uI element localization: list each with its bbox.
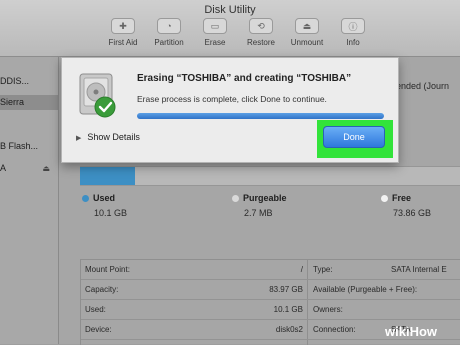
restore-label: Restore [246,38,275,47]
legend-purgeable-value: 2.7 MB [244,208,273,218]
toolbar: ✚ First Aid ◔ Partition ▭ Erase ⟲ Restor… [100,18,376,47]
info-key: Connection: [313,325,356,334]
free-dot-icon [381,195,388,202]
legend-used-value: 10.1 GB [94,208,128,218]
usage-bar [80,166,460,186]
info-label: Info [346,38,360,47]
sidebar-item-label: A [0,163,7,173]
window-titlebar: Disk Utility ✚ First Aid ◔ Partition ▭ E… [0,0,460,57]
unmount-label: Unmount [290,38,324,47]
info-key: Available (Purgeable + Free): [313,285,418,294]
info-row: Capacity: 83.97 GB Available (Purgeable … [81,280,460,300]
partition-label: Partition [154,38,184,47]
unmount-icon: ⏏ [295,18,319,34]
restore-icon: ⟲ [249,18,273,34]
sidebar-item-label: DDIS... [0,76,30,86]
hard-disk-icon [79,73,116,118]
sheet-message: Erase process is complete, click Done to… [137,94,327,104]
info-key: Capacity: [85,285,119,294]
sidebar-item-ddis[interactable]: DDIS... [0,74,58,89]
sidebar: DDIS... Sierra B Flash... A ⏏ [0,57,59,344]
info-value: / [300,265,303,274]
info-value: disk0s2 [275,325,303,334]
usage-bar-used [80,167,136,185]
legend-free-value: 73.86 GB [393,208,432,218]
info-key: Owners: [313,305,343,314]
watermark: wikiHow [385,324,438,339]
show-details-label: Show Details [87,132,140,142]
info-row: Mount Point: / Type: SATA Internal E [81,260,460,280]
erase-progress-bar [137,113,384,119]
info-key: Mount Point: [85,265,130,274]
restore-button[interactable]: ⟲ Restore [238,18,284,47]
info-value: 10.1 GB [273,305,303,314]
eject-icon[interactable]: ⏏ [42,161,50,176]
legend-free: Free 73.86 GB [381,193,431,218]
first-aid-button[interactable]: ✚ First Aid [100,18,146,47]
sidebar-item-sierra[interactable]: Sierra [0,95,58,110]
info-key: Type: [313,265,333,274]
partition-icon: ◔ [157,18,181,34]
first-aid-label: First Aid [108,38,138,47]
legend-free-label: Free [392,193,412,203]
legend-used-label: Used [93,193,116,203]
window-title: Disk Utility [204,4,256,16]
done-button[interactable]: Done [323,126,385,148]
info-row: Used: 10.1 GB Owners: [81,300,460,320]
partition-button[interactable]: ◔ Partition [146,18,192,47]
volume-format-text: ended (Journ [396,81,450,91]
legend-purgeable-label: Purgeable [243,193,287,203]
info-key: Used: [85,305,106,314]
legend-used: Used 10.1 GB [82,193,127,218]
sidebar-item-flash[interactable]: B Flash... [0,139,58,154]
erase-button[interactable]: ▭ Erase [192,18,238,47]
stethoscope-icon: ✚ [111,18,135,34]
sidebar-item-a[interactable]: A ⏏ [0,161,58,176]
erase-progress-fill [137,113,384,119]
legend-purgeable: Purgeable 2.7 MB [232,193,287,218]
info-key: Device: [85,325,112,334]
show-details-toggle[interactable]: ▶ Show Details [76,132,140,142]
sidebar-item-label: B Flash... [0,141,39,151]
purgeable-dot-icon [232,195,239,202]
unmount-button[interactable]: ⏏ Unmount [284,18,330,47]
disclosure-triangle-icon: ▶ [76,135,82,142]
used-dot-icon [82,195,89,202]
erase-icon: ▭ [203,18,227,34]
info-value: SATA Internal E [391,265,447,274]
erase-label: Erase [204,38,226,47]
info-button[interactable]: ⓘ Info [330,18,376,47]
info-icon: ⓘ [341,18,365,34]
sidebar-item-label: Sierra [0,97,25,107]
sheet-title: Erasing “TOSHIBA” and creating “TOSHIBA” [137,73,352,84]
info-value: 83.97 GB [269,285,303,294]
erase-progress-sheet: Erasing “TOSHIBA” and creating “TOSHIBA”… [61,57,399,163]
